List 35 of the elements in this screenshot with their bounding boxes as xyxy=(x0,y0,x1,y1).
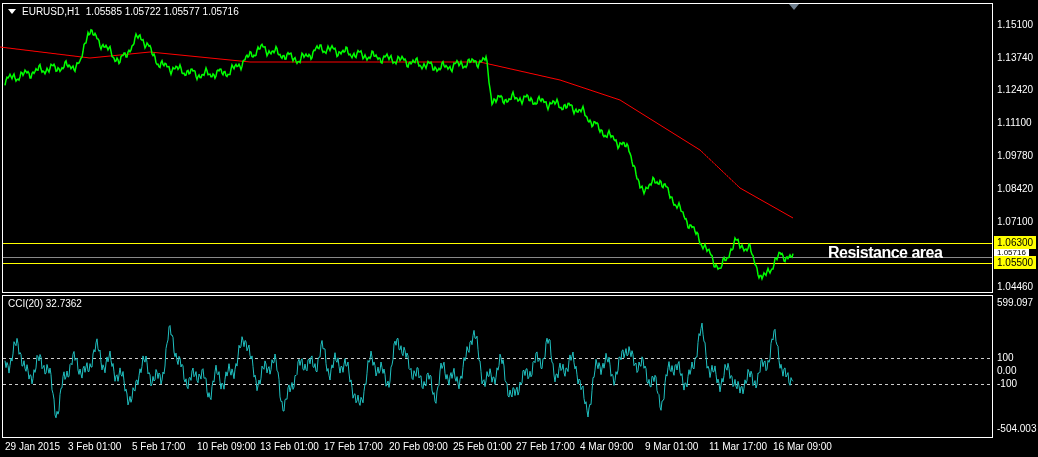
indicator-axis-label: 100 xyxy=(997,351,1014,365)
current-price-label: 1.05716 xyxy=(994,249,1029,256)
time-axis-label: 10 Feb 09:00 xyxy=(197,441,256,452)
indicator-title: CCI(20) 32.7362 xyxy=(8,298,82,309)
indicator-axis-label: 599.097 xyxy=(997,296,1034,310)
time-axis-label: 16 Mar 09:00 xyxy=(773,441,832,452)
price-axis-label: 1.11100 xyxy=(997,116,1032,130)
price-axis-label: 1.04460 xyxy=(997,280,1034,294)
indicator-axis-label: -100 xyxy=(997,377,1017,391)
time-axis-label: 17 Feb 17:00 xyxy=(324,441,383,452)
top-marker-icon xyxy=(789,4,799,10)
time-axis-label: 5 Feb 17:00 xyxy=(132,441,186,452)
price-axis-label: 1.12420 xyxy=(997,83,1034,97)
time-axis-label: 13 Feb 01:00 xyxy=(260,441,319,452)
price-axis-label: 1.07100 xyxy=(997,215,1034,229)
time-axis-label: 11 Mar 17:00 xyxy=(709,441,768,452)
time-axis-label: 25 Feb 01:00 xyxy=(453,441,512,452)
dropdown-icon[interactable] xyxy=(8,9,16,14)
symbol-label: EURUSD,H1 xyxy=(22,6,80,17)
price-axis-label: 1.09780 xyxy=(997,149,1034,163)
price-axis-label: 1.13740 xyxy=(997,51,1034,65)
indicator-axis-label: 0.00 xyxy=(997,364,1017,378)
time-axis-label: 9 Mar 01:00 xyxy=(645,441,699,452)
price-axis-label: 1.15100 xyxy=(997,18,1034,32)
price-axis-label: 1.08420 xyxy=(997,182,1034,196)
indicator-axis-label: -504.003 xyxy=(997,422,1037,436)
time-axis-label: 20 Feb 09:00 xyxy=(389,441,448,452)
time-axis-label: 3 Feb 01:00 xyxy=(68,441,122,452)
time-axis-label: 27 Feb 17:00 xyxy=(516,441,575,452)
level-price-label: 1.06300 xyxy=(994,236,1037,249)
time-axis-label: 4 Mar 09:00 xyxy=(580,441,634,452)
annotation-text: Resistance area xyxy=(828,244,943,262)
time-axis-label: 29 Jan 2015 xyxy=(5,441,61,452)
level-price-label: 1.05500 xyxy=(994,256,1037,269)
ohlc-values: 1.05585 1.05722 1.05577 1.05716 xyxy=(85,6,239,17)
